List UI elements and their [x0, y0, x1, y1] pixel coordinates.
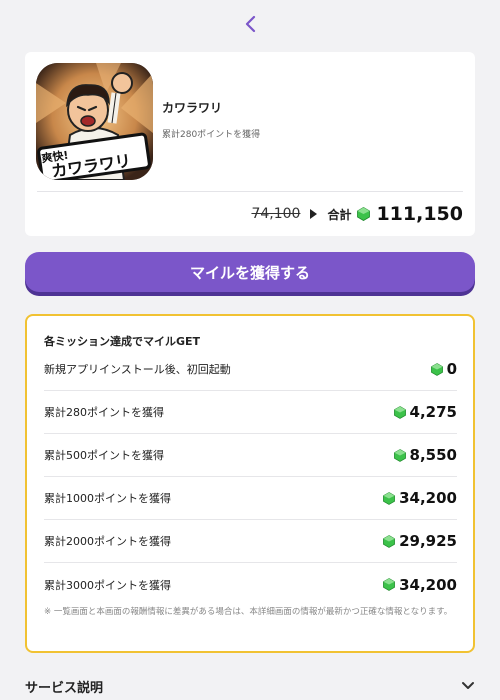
price-row: 74,100 合計 111,150: [251, 199, 463, 229]
chevron-down-icon: [462, 682, 474, 689]
mission-reward: 29,925: [383, 532, 457, 550]
mission-reward-value: 4,275: [409, 403, 457, 421]
mission-label: 累計3000ポイントを獲得: [44, 578, 171, 592]
old-price: 74,100: [251, 206, 301, 222]
mission-row: 累計1000ポイントを獲得 34,200: [44, 477, 457, 520]
total-value: 111,150: [376, 203, 463, 225]
gem-icon: [430, 362, 443, 376]
service-description-toggle[interactable]: サービス説明: [25, 672, 475, 700]
app-description: 累計280ポイントを獲得: [162, 130, 261, 140]
triangle-right-icon: [310, 209, 318, 219]
mission-label: 累計2000ポイントを獲得: [44, 535, 171, 548]
mission-reward: 0: [430, 360, 457, 378]
mission-row: 累計2000ポイントを獲得 29,925: [44, 520, 457, 563]
app-icon: 爽快! カワラワリ: [36, 63, 153, 180]
mission-reward: 8,550: [393, 446, 457, 464]
mission-row: 累計500ポイントを獲得 8,550: [44, 434, 457, 477]
total-label: 合計: [327, 207, 352, 222]
mission-row: 新規アプリインストール後、初回起動 0: [44, 348, 457, 391]
mission-reward-value: 0: [446, 360, 457, 378]
missions-panel: 各ミッション達成でマイルGET 新規アプリインストール後、初回起動 0 累計28…: [25, 314, 475, 653]
mission-reward: 4,275: [393, 403, 457, 421]
top-bar: [0, 0, 500, 48]
gem-icon: [393, 448, 406, 462]
mission-reward-value: 34,200: [399, 575, 457, 594]
app-card: 爽快! カワラワリ カワラワリ 累計280ポイントを獲得 74,100 合計 1…: [25, 52, 475, 236]
mission-row: 累計280ポイントを獲得 4,275: [44, 391, 457, 434]
back-chevron-icon: [245, 15, 256, 33]
service-title: サービス説明: [25, 680, 104, 696]
mission-reward-value: 34,200: [399, 489, 457, 507]
gem-icon: [383, 534, 396, 548]
mission-label: 累計500ポイントを獲得: [44, 449, 164, 462]
get-miles-button[interactable]: マイルを獲得する: [25, 252, 475, 292]
mission-label: 累計1000ポイントを獲得: [44, 492, 171, 505]
disclaimer-note: ※ 一覧画面と本画面の報酬情報に差異がある場合は、本詳細画面の情報が最新かつ正確…: [44, 607, 453, 617]
gem-icon: [383, 491, 396, 505]
mission-label: 累計280ポイントを獲得: [44, 406, 164, 419]
card-divider: [37, 191, 463, 192]
mission-row: 累計3000ポイントを獲得 34,200: [44, 563, 457, 606]
gem-icon: [383, 578, 396, 591]
gem-icon: [393, 405, 406, 419]
mission-reward-value: 8,550: [409, 446, 457, 464]
app-name: カワラワリ: [162, 101, 223, 115]
gem-icon: [357, 207, 371, 221]
back-button[interactable]: [238, 12, 262, 36]
mission-reward-value: 29,925: [399, 532, 457, 550]
mission-reward: 34,200: [383, 489, 457, 507]
mission-label: 新規アプリインストール後、初回起動: [44, 363, 231, 376]
missions-title: 各ミッション達成でマイルGET: [44, 335, 201, 348]
mission-reward: 34,200: [383, 576, 457, 594]
